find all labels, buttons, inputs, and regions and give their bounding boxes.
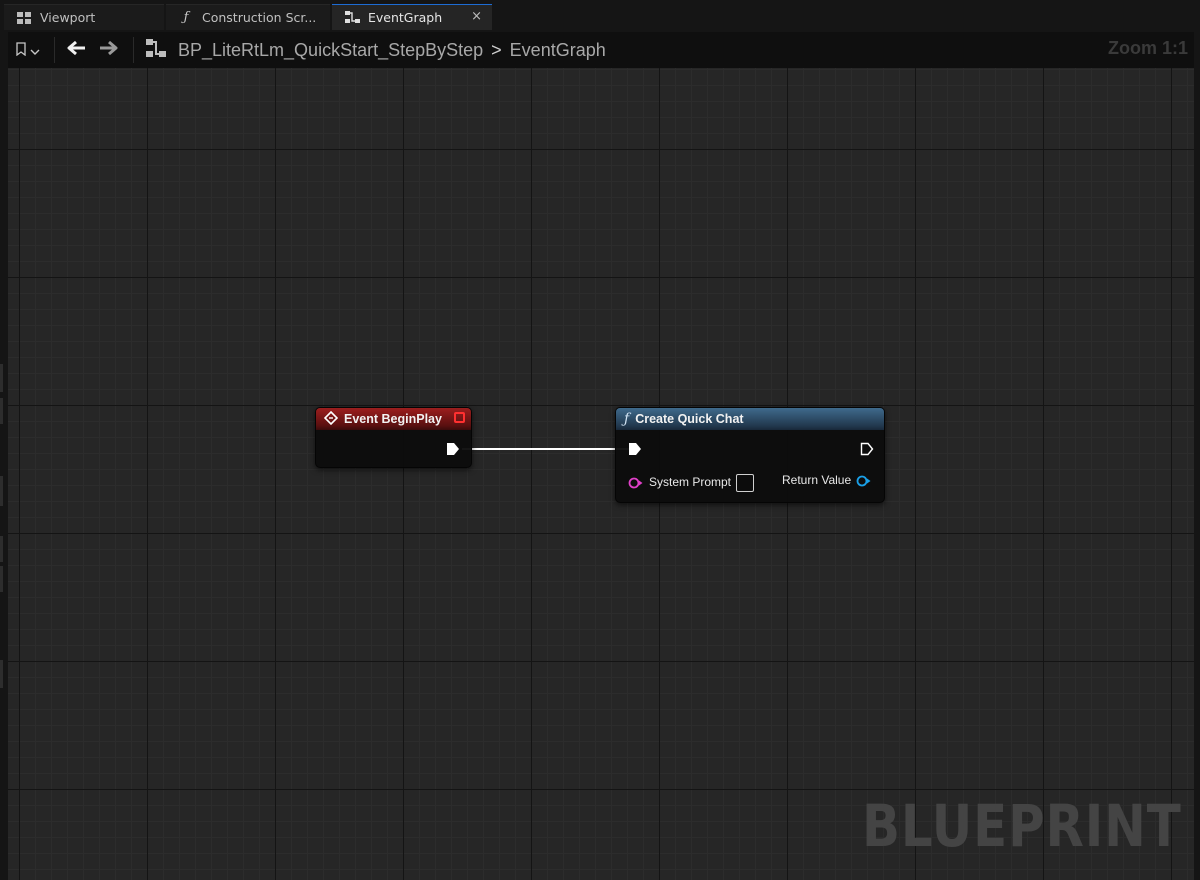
toolbar-divider <box>54 37 55 63</box>
document-tab-bar: Viewport ƒ Construction Scr... EventGrap… <box>0 0 1200 32</box>
string-input-pin-icon[interactable] <box>628 476 644 494</box>
node-title: Create Quick Chat <box>635 412 744 426</box>
node-title: Event BeginPlay <box>344 412 442 426</box>
arrow-left-icon <box>66 40 86 60</box>
blueprint-watermark: BLUEPRINT <box>862 792 1182 860</box>
exec-output-pin-icon[interactable] <box>860 442 874 461</box>
create-quick-chat-node[interactable]: ƒ Create Quick Chat System Prompt Return… <box>615 407 885 503</box>
back-button[interactable] <box>61 35 91 65</box>
bookmark-icon <box>16 41 26 60</box>
event-begin-play-node[interactable]: Event BeginPlay <box>315 407 472 468</box>
breadcrumb-blueprint[interactable]: BP_LiteRtLm_QuickStart_StepByStep <box>178 40 483 61</box>
function-icon: ƒ <box>183 10 189 25</box>
close-tab-button[interactable]: × <box>471 10 482 24</box>
zoom-level-label: Zoom 1:1 <box>1107 38 1188 58</box>
exec-input-pin-icon[interactable] <box>628 442 642 461</box>
node-header: ƒ Create Quick Chat <box>616 408 884 430</box>
graph-canvas[interactable] <box>8 68 1194 880</box>
function-icon: ƒ <box>624 411 630 427</box>
system-prompt-input[interactable] <box>736 474 754 492</box>
breadcrumb-graph[interactable]: EventGraph <box>510 40 606 61</box>
toolbar-divider <box>133 37 134 63</box>
left-panel-edge <box>0 68 8 880</box>
node-header: Event BeginPlay <box>316 408 471 430</box>
graph-toolbar: BP_LiteRtLm_QuickStart_StepByStep > Even… <box>8 32 1194 68</box>
tab-construction-script[interactable]: ƒ Construction Scr... <box>166 4 330 30</box>
chevron-down-icon <box>30 41 40 60</box>
forward-button[interactable] <box>91 35 127 65</box>
tab-label: Construction Scr... <box>202 10 317 25</box>
tab-event-graph[interactable]: EventGraph × <box>332 4 492 30</box>
viewport-icon <box>16 10 32 26</box>
delegate-pin-icon[interactable] <box>454 412 466 427</box>
object-output-pin-icon[interactable] <box>856 474 872 492</box>
tab-viewport[interactable]: Viewport <box>4 4 164 30</box>
exec-output-pin-icon[interactable] <box>446 442 460 461</box>
graph-icon <box>344 10 360 26</box>
right-panel-edge <box>1194 32 1200 880</box>
blueprint-editor: Viewport ƒ Construction Scr... EventGrap… <box>0 0 1200 880</box>
bookmark-dropdown-button[interactable] <box>8 35 48 65</box>
return-value-label: Return Value <box>782 473 852 487</box>
graph-type-icon-button <box>140 35 172 65</box>
arrow-right-icon <box>99 40 119 60</box>
graph-icon <box>145 38 167 62</box>
system-prompt-label: System Prompt <box>649 475 732 489</box>
tab-label: Viewport <box>40 10 96 25</box>
breadcrumb-separator: > <box>491 39 502 60</box>
tab-label: EventGraph <box>368 10 443 25</box>
event-diamond-icon <box>323 410 339 428</box>
